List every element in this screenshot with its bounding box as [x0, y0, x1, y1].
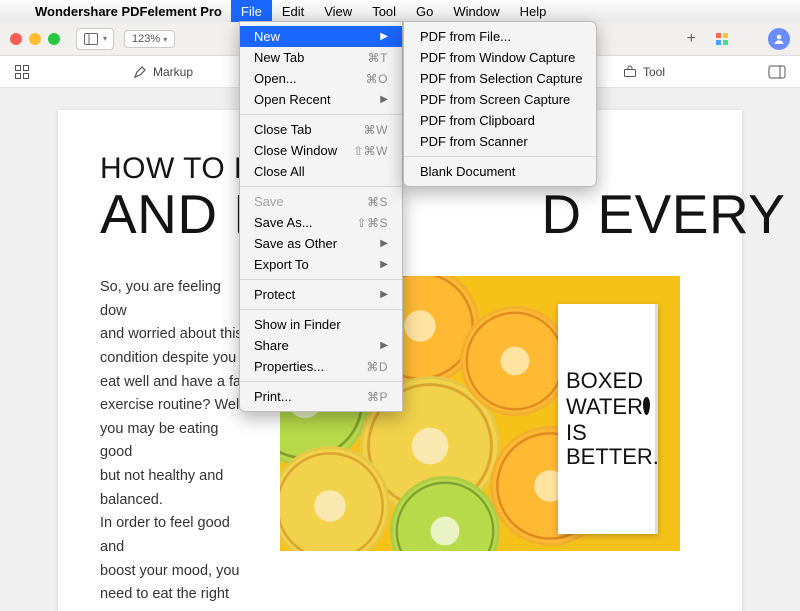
menubar: Wondershare PDFelement Pro FileEditViewT… — [0, 0, 800, 22]
sidebar-toggle-button[interactable]: ▾ — [76, 28, 114, 50]
account-avatar[interactable] — [768, 28, 790, 50]
new-submenu: PDF from File...PDF from Window CaptureP… — [403, 21, 597, 187]
thumbnails-button[interactable] — [14, 64, 30, 80]
menu-item-protect[interactable]: Protect▶ — [240, 284, 402, 305]
window-controls — [10, 33, 60, 45]
menu-item-open-recent[interactable]: Open Recent▶ — [240, 89, 402, 110]
app-name[interactable]: Wondershare PDFelement Pro — [26, 4, 231, 19]
menubar-item-edit[interactable]: Edit — [272, 0, 314, 22]
menu-item-new[interactable]: New▶ — [240, 26, 402, 47]
zoom-selector[interactable]: 123% ▾ — [124, 30, 175, 48]
boxed-water-carton: BOXED WATER IS BETTER. — [558, 304, 658, 534]
submenu-item-pdf-from-selection-capture[interactable]: PDF from Selection Capture — [404, 68, 596, 89]
menu-item-save: Save⌘S — [240, 191, 402, 212]
submenu-item-pdf-from-screen-capture[interactable]: PDF from Screen Capture — [404, 89, 596, 110]
tool-label: Tool — [643, 65, 665, 79]
menu-item-share[interactable]: Share▶ — [240, 335, 402, 356]
submenu-item-pdf-from-file[interactable]: PDF from File... — [404, 26, 596, 47]
water-drop-icon — [643, 397, 650, 415]
submenu-item-pdf-from-scanner[interactable]: PDF from Scanner — [404, 131, 596, 152]
submenu-item-blank-document[interactable]: Blank Document — [404, 161, 596, 182]
menu-item-new-tab[interactable]: New Tab⌘T — [240, 47, 402, 68]
menu-item-print[interactable]: Print...⌘P — [240, 386, 402, 407]
menu-item-show-in-finder[interactable]: Show in Finder — [240, 314, 402, 335]
panel-toggle-button[interactable] — [768, 65, 786, 79]
menubar-item-tool[interactable]: Tool — [362, 0, 406, 22]
menu-item-save-as[interactable]: Save As...⇧⌘S — [240, 212, 402, 233]
panel-icon — [768, 65, 786, 79]
markup-label: Markup — [153, 65, 193, 79]
zoom-value: 123% — [132, 33, 163, 45]
menu-item-export-to[interactable]: Export To▶ — [240, 254, 402, 275]
submenu-item-pdf-from-clipboard[interactable]: PDF from Clipboard — [404, 110, 596, 131]
toolbox-icon — [623, 65, 637, 79]
sidebar-icon — [83, 31, 99, 47]
file-menu-dropdown: New▶New Tab⌘TOpen...⌘OOpen Recent▶ Close … — [239, 21, 403, 412]
submenu-item-pdf-from-window-capture[interactable]: PDF from Window Capture — [404, 47, 596, 68]
menubar-item-file[interactable]: File — [231, 0, 272, 22]
zoom-icon[interactable] — [48, 33, 60, 45]
markup-icon — [133, 65, 147, 79]
menubar-item-window[interactable]: Window — [443, 0, 509, 22]
markup-tab[interactable]: Markup — [133, 65, 193, 79]
add-tab-button[interactable]: + — [679, 30, 704, 48]
menu-item-close-window[interactable]: Close Window⇧⌘W — [240, 140, 402, 161]
menubar-item-view[interactable]: View — [314, 0, 362, 22]
menubar-item-help[interactable]: Help — [510, 0, 557, 22]
menubar-item-go[interactable]: Go — [406, 0, 443, 22]
menu-item-save-as-other[interactable]: Save as Other▶ — [240, 233, 402, 254]
menu-item-properties[interactable]: Properties...⌘D — [240, 356, 402, 377]
close-icon[interactable] — [10, 33, 22, 45]
minimize-icon[interactable] — [29, 33, 41, 45]
apps-icon[interactable] — [714, 31, 730, 47]
menu-item-close-all[interactable]: Close All — [240, 161, 402, 182]
menu-item-close-tab[interactable]: Close Tab⌘W — [240, 119, 402, 140]
body-paragraph: So, you are feeling dow and worried abou… — [100, 276, 250, 611]
grid-icon — [14, 64, 30, 80]
tool-tab[interactable]: Tool — [623, 65, 665, 79]
menu-item-open[interactable]: Open...⌘O — [240, 68, 402, 89]
